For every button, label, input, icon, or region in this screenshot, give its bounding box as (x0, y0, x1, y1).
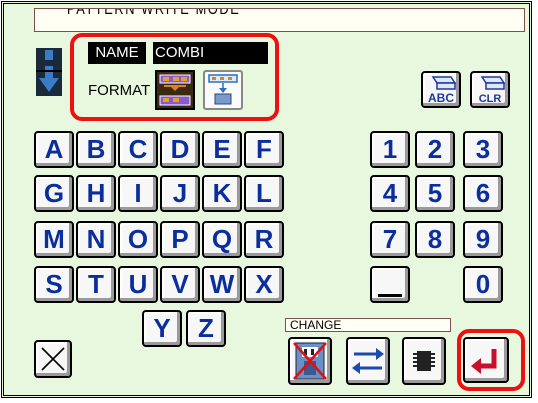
key-g[interactable]: G (34, 175, 74, 212)
change-label: CHANGE (285, 318, 451, 332)
key-f[interactable]: F (244, 131, 284, 168)
key-y[interactable]: Y (142, 310, 182, 347)
key-u[interactable]: U (118, 266, 158, 303)
key-1[interactable]: 1 (370, 131, 410, 168)
key-i[interactable]: I (118, 175, 158, 212)
key-d[interactable]: D (160, 131, 200, 168)
page-title: PATTERN WRITE MODE (67, 8, 241, 18)
key-l[interactable]: L (244, 175, 284, 212)
key-n[interactable]: N (76, 221, 116, 258)
eraser-abc-icon: ABC (428, 76, 457, 105)
chip-icon (413, 351, 435, 371)
memory-button[interactable] (402, 337, 446, 385)
key-k[interactable]: K (202, 175, 242, 212)
swap-button[interactable] (346, 337, 390, 385)
key-h[interactable]: H (76, 175, 116, 212)
key-6[interactable]: 6 (463, 175, 503, 212)
close-icon (41, 347, 65, 371)
underscore-icon (378, 294, 402, 297)
clr-label: CLR (479, 93, 502, 105)
key-q[interactable]: Q (202, 221, 242, 258)
key-m[interactable]: M (34, 221, 74, 258)
clear-button[interactable]: CLR (470, 71, 510, 108)
key-s[interactable]: S (34, 266, 74, 303)
key-8[interactable]: 8 (415, 221, 455, 258)
key-p[interactable]: P (160, 221, 200, 258)
key-0[interactable]: 0 (463, 266, 503, 303)
scroll-handle-icon[interactable] (36, 48, 62, 96)
key-c[interactable]: C (118, 131, 158, 168)
key-7[interactable]: 7 (370, 221, 410, 258)
device-crossed-icon (293, 342, 327, 380)
key-x[interactable]: X (244, 266, 284, 303)
key-9[interactable]: 9 (463, 221, 503, 258)
key-e[interactable]: E (202, 131, 242, 168)
key-j[interactable]: J (160, 175, 200, 212)
enter-highlight (457, 329, 525, 391)
swap-arrows-icon (352, 348, 384, 374)
eraser-clr-icon: CLR (479, 76, 506, 105)
key-r[interactable]: R (244, 221, 284, 258)
space-key[interactable] (370, 266, 410, 303)
key-t[interactable]: T (76, 266, 116, 303)
name-format-highlight (70, 33, 279, 121)
key-b[interactable]: B (76, 131, 116, 168)
key-v[interactable]: V (160, 266, 200, 303)
key-o[interactable]: O (118, 221, 158, 258)
title-bar: PATTERN WRITE MODE (34, 8, 525, 32)
key-5[interactable]: 5 (415, 175, 455, 212)
change-disabled-button[interactable] (288, 337, 332, 385)
cancel-button[interactable] (34, 340, 72, 378)
key-z[interactable]: Z (186, 310, 226, 347)
key-3[interactable]: 3 (463, 131, 503, 168)
key-4[interactable]: 4 (370, 175, 410, 212)
key-w[interactable]: W (202, 266, 242, 303)
key-2[interactable]: 2 (415, 131, 455, 168)
key-a[interactable]: A (34, 131, 74, 168)
abc-button[interactable]: ABC (421, 71, 461, 108)
abc-label: ABC (428, 91, 454, 105)
